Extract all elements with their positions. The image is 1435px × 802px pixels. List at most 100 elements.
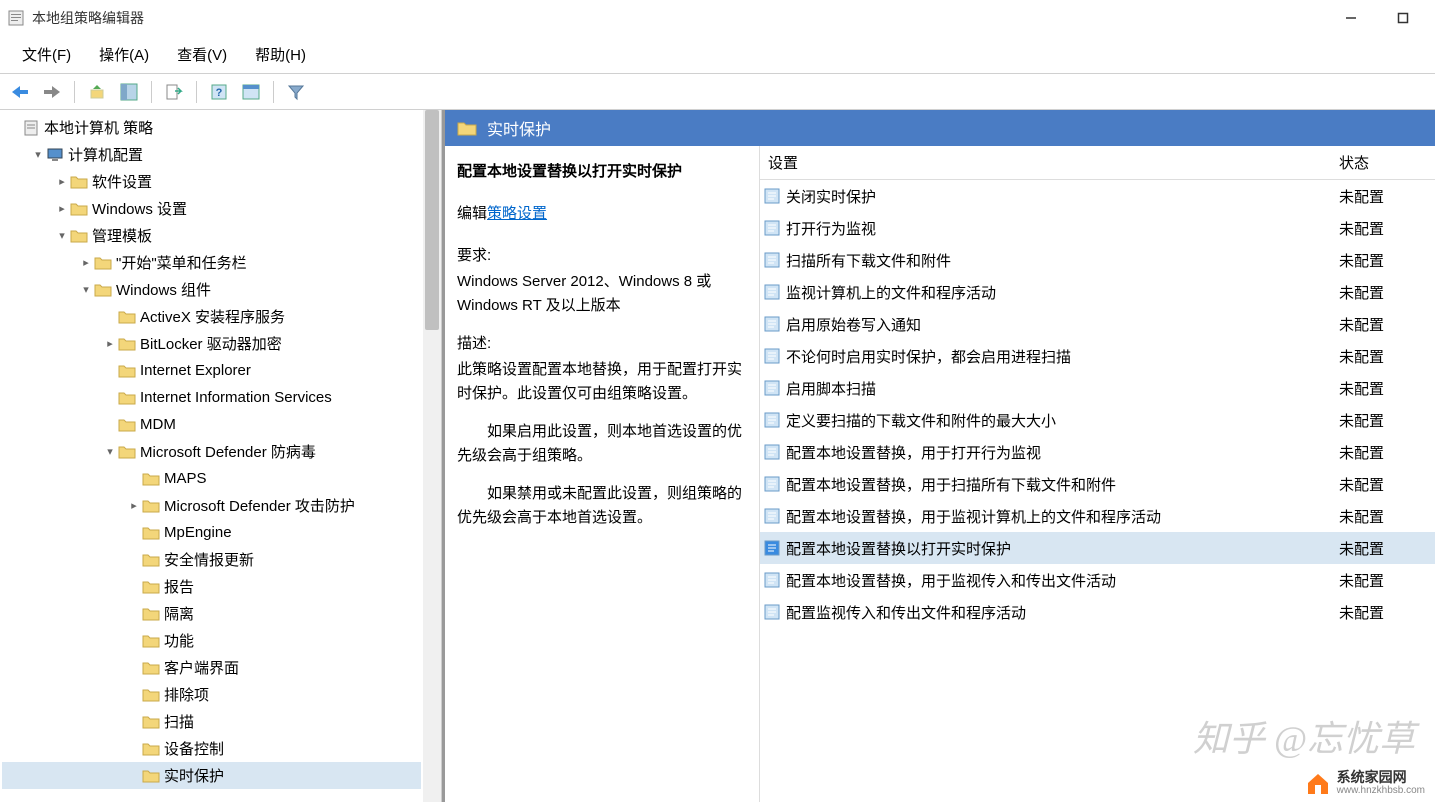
- menu-file[interactable]: 文件(F): [8, 40, 85, 69]
- tree-node-label: 计算机配置: [68, 144, 143, 165]
- tree-node-exploit[interactable]: ▸Microsoft Defender 攻击防护: [2, 492, 421, 519]
- tree-pane: 本地计算机 策略▾计算机配置▸软件设置▸Windows 设置▾管理模板▸"开始"…: [0, 110, 442, 802]
- tree-node-label: Windows 设置: [92, 198, 187, 219]
- properties-button[interactable]: [237, 78, 265, 106]
- filter-button[interactable]: [282, 78, 310, 106]
- tree-node-activex[interactable]: ActiveX 安装程序服务: [2, 303, 421, 330]
- tree-node-computer_config[interactable]: ▾ 计算机配置: [2, 141, 421, 168]
- policy-row[interactable]: 不论何时启用实时保护，都会启用进程扫描未配置: [760, 340, 1435, 372]
- policy-row[interactable]: 启用脚本扫描未配置: [760, 372, 1435, 404]
- menu-view[interactable]: 查看(V): [163, 40, 241, 69]
- requirements-label: 要求:: [457, 244, 747, 268]
- tree-node-windows_settings[interactable]: ▸ Windows 设置: [2, 195, 421, 222]
- policy-row[interactable]: 配置监视传入和传出文件和程序活动未配置: [760, 596, 1435, 628]
- policy-row[interactable]: 配置本地设置替换以打开实时保护未配置: [760, 532, 1435, 564]
- tree-node-client_ui[interactable]: 客户端界面: [2, 654, 421, 681]
- policy-state: 未配置: [1339, 314, 1435, 335]
- menu-action[interactable]: 操作(A): [85, 40, 163, 69]
- policy-row[interactable]: 配置本地设置替换，用于扫描所有下载文件和附件未配置: [760, 468, 1435, 500]
- policy-row[interactable]: 配置本地设置替换，用于监视计算机上的文件和程序活动未配置: [760, 500, 1435, 532]
- policy-state: 未配置: [1339, 186, 1435, 207]
- tree-node-software_settings[interactable]: ▸软件设置: [2, 168, 421, 195]
- policy-name: 打开行为监视: [786, 218, 1339, 239]
- tree-node-security_intel[interactable]: 安全情报更新: [2, 546, 421, 573]
- up-button[interactable]: [83, 78, 111, 106]
- policy-row[interactable]: 定义要扫描的下载文件和附件的最大大小未配置: [760, 404, 1435, 436]
- disable-paragraph: 如果禁用或未配置此设置，则组策略的优先级会高于本地首选设置。: [457, 482, 747, 530]
- policy-name: 启用脚本扫描: [786, 378, 1339, 399]
- tree-node-realtime[interactable]: 实时保护: [2, 762, 421, 789]
- policy-name: 配置本地设置替换，用于打开行为监视: [786, 442, 1339, 463]
- tree-node-iis[interactable]: Internet Information Services: [2, 384, 421, 411]
- site-badge: 系统家园网 www.hnzkhbsb.com: [1305, 770, 1425, 796]
- tree-node-feature[interactable]: 功能: [2, 627, 421, 654]
- tree-node-quarantine[interactable]: 隔离: [2, 600, 421, 627]
- policy-row[interactable]: 启用原始卷写入通知未配置: [760, 308, 1435, 340]
- policy-row[interactable]: 扫描所有下载文件和附件未配置: [760, 244, 1435, 276]
- tree-node-report[interactable]: 报告: [2, 573, 421, 600]
- policy-settings-link[interactable]: 策略设置: [487, 205, 547, 222]
- tree-node-maps[interactable]: MAPS: [2, 465, 421, 492]
- tree-node-exclusions[interactable]: 排除项: [2, 681, 421, 708]
- tree-node-scan[interactable]: 扫描: [2, 708, 421, 735]
- policy-row[interactable]: 打开行为监视未配置: [760, 212, 1435, 244]
- tree-scrollbar[interactable]: [423, 110, 441, 802]
- house-icon: [1305, 770, 1331, 796]
- minimize-button[interactable]: [1339, 6, 1363, 30]
- policy-state: 未配置: [1339, 506, 1435, 527]
- policy-row[interactable]: 配置本地设置替换，用于监视传入和传出文件活动未配置: [760, 564, 1435, 596]
- list-header[interactable]: 设置 状态: [760, 146, 1435, 180]
- expander-icon[interactable]: ▾: [30, 148, 46, 161]
- tree-node-mdm[interactable]: MDM: [2, 411, 421, 438]
- expander-icon[interactable]: ▸: [54, 202, 70, 215]
- policy-row[interactable]: 监视计算机上的文件和程序活动未配置: [760, 276, 1435, 308]
- tree-node-device_control[interactable]: 设备控制: [2, 735, 421, 762]
- settings-list[interactable]: 关闭实时保护未配置打开行为监视未配置扫描所有下载文件和附件未配置监视计算机上的文…: [760, 180, 1435, 628]
- tree-node-label: ActiveX 安装程序服务: [140, 306, 285, 327]
- expander-icon[interactable]: ▾: [102, 445, 118, 458]
- column-setting[interactable]: 设置: [760, 152, 1339, 173]
- tree-node-root[interactable]: 本地计算机 策略: [2, 114, 421, 141]
- policy-name: 配置本地设置替换，用于监视传入和传出文件活动: [786, 570, 1339, 591]
- tree-node-label: MpEngine: [164, 524, 232, 541]
- selected-policy-title: 配置本地设置替换以打开实时保护: [457, 160, 747, 184]
- tree-node-bitlocker[interactable]: ▸BitLocker 驱动器加密: [2, 330, 421, 357]
- tree-node-ie[interactable]: Internet Explorer: [2, 357, 421, 384]
- show-hide-tree-button[interactable]: [115, 78, 143, 106]
- maximize-button[interactable]: [1391, 6, 1415, 30]
- right-split: 配置本地设置替换以打开实时保护 编辑策略设置 要求: Windows Serve…: [445, 146, 1435, 802]
- tree-node-start_taskbar[interactable]: ▸"开始"菜单和任务栏: [2, 249, 421, 276]
- tree-node-label: 扫描: [164, 711, 194, 732]
- tree-node-label: 本地计算机 策略: [44, 117, 153, 138]
- tree-node-label: 管理模板: [92, 225, 152, 246]
- expander-icon[interactable]: ▾: [54, 229, 70, 242]
- expander-icon[interactable]: ▾: [78, 283, 94, 296]
- back-button[interactable]: [6, 78, 34, 106]
- expander-icon[interactable]: ▸: [102, 337, 118, 350]
- policy-state: 未配置: [1339, 346, 1435, 367]
- description-text: 此策略设置配置本地替换，用于配置打开实时保护。此设置仅可由组策略设置。: [457, 358, 747, 406]
- description-label: 描述:: [457, 332, 747, 356]
- policy-tree[interactable]: 本地计算机 策略▾计算机配置▸软件设置▸Windows 设置▾管理模板▸"开始"…: [0, 114, 441, 789]
- tree-node-admin_templates[interactable]: ▾ 管理模板: [2, 222, 421, 249]
- policy-name: 监视计算机上的文件和程序活动: [786, 282, 1339, 303]
- policy-row[interactable]: 配置本地设置替换，用于打开行为监视未配置: [760, 436, 1435, 468]
- tree-node-mpengine[interactable]: MpEngine: [2, 519, 421, 546]
- export-button[interactable]: [160, 78, 188, 106]
- tree-node-windows_components[interactable]: ▾Windows 组件: [2, 276, 421, 303]
- policy-row[interactable]: 关闭实时保护未配置: [760, 180, 1435, 212]
- content-area: 本地计算机 策略▾计算机配置▸软件设置▸Windows 设置▾管理模板▸"开始"…: [0, 110, 1435, 802]
- help-button[interactable]: ?: [205, 78, 233, 106]
- expander-icon[interactable]: ▸: [78, 256, 94, 269]
- policy-state: 未配置: [1339, 442, 1435, 463]
- forward-button[interactable]: [38, 78, 66, 106]
- expander-icon[interactable]: ▸: [54, 175, 70, 188]
- scrollbar-thumb[interactable]: [425, 110, 439, 330]
- expander-icon[interactable]: ▸: [126, 499, 142, 512]
- column-state[interactable]: 状态: [1339, 152, 1435, 173]
- policy-state: 未配置: [1339, 538, 1435, 559]
- menu-help[interactable]: 帮助(H): [241, 40, 320, 69]
- policy-name: 配置本地设置替换以打开实时保护: [786, 538, 1339, 559]
- tree-node-defender[interactable]: ▾ Microsoft Defender 防病毒: [2, 438, 421, 465]
- tree-node-label: Microsoft Defender 防病毒: [140, 441, 316, 462]
